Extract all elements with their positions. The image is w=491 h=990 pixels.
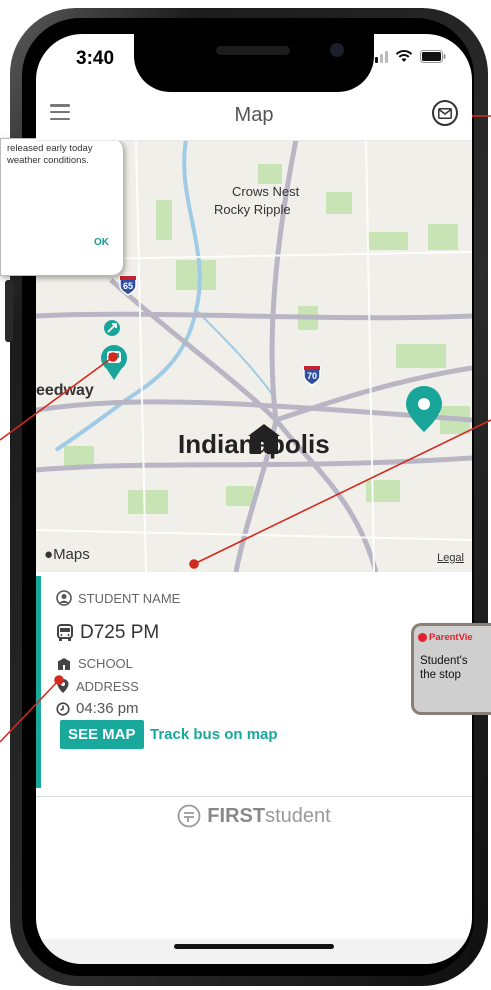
interstate-65-shield: 65 bbox=[118, 274, 138, 296]
place-crows-nest: Crows Nest bbox=[232, 184, 300, 199]
front-camera bbox=[330, 43, 344, 57]
address-label: ADDRESS bbox=[76, 678, 139, 694]
speaker-grille bbox=[216, 46, 290, 55]
interstate-70-shield: 70 bbox=[302, 364, 322, 386]
legal-link[interactable]: Legal bbox=[437, 552, 464, 564]
apple-logo-icon: ● bbox=[44, 546, 54, 563]
phone-notch bbox=[134, 34, 374, 92]
route-row: D725 PM bbox=[56, 622, 159, 644]
notification-line-2: the stop bbox=[420, 669, 461, 681]
status-time: 3:40 bbox=[76, 48, 115, 69]
notification-app-name: ParentVie bbox=[418, 632, 473, 643]
wifi-icon bbox=[395, 50, 413, 62]
address-row: ADDRESS bbox=[56, 678, 139, 694]
arrival-time: 04:36 pm bbox=[76, 700, 139, 717]
first-student-logo-icon bbox=[177, 804, 201, 828]
alert-callout: released early today weather conditions.… bbox=[0, 138, 124, 276]
interstate-70-label: 70 bbox=[306, 371, 317, 381]
school-label: SCHOOL bbox=[78, 656, 133, 671]
accent-bar bbox=[36, 576, 41, 788]
track-bus-link[interactable]: Track bus on map bbox=[150, 726, 278, 743]
bus-icon bbox=[57, 624, 73, 641]
home-indicator[interactable] bbox=[174, 944, 334, 949]
cellular-signal-icon bbox=[370, 51, 388, 63]
time-row: 04:36 pm bbox=[56, 700, 139, 717]
brand-bold: FIRST bbox=[207, 804, 266, 827]
battery-icon bbox=[420, 50, 446, 63]
see-map-button[interactable]: SEE MAP bbox=[60, 720, 144, 749]
page-title: Map bbox=[234, 104, 274, 126]
envelope-icon bbox=[438, 107, 452, 119]
brand-rest: student bbox=[265, 804, 331, 827]
alert-line-2: weather conditions. bbox=[7, 155, 89, 166]
route-name: D725 PM bbox=[80, 622, 160, 643]
place-rocky-ripple: Rocky Ripple bbox=[214, 202, 291, 217]
panel-divider bbox=[36, 796, 472, 797]
interstate-65-label: 65 bbox=[122, 281, 133, 291]
notification-callout: ParentVie Student's the stop bbox=[411, 623, 491, 715]
student-row: STUDENT NAME bbox=[56, 590, 180, 606]
alert-ok-button[interactable]: OK bbox=[94, 237, 109, 249]
brand-logo: FIRSTstudent bbox=[36, 804, 472, 828]
messages-button[interactable] bbox=[432, 100, 458, 126]
notification-line-1: Student's bbox=[420, 655, 468, 667]
phone-volume-up bbox=[5, 280, 13, 342]
school-row: SCHOOL bbox=[56, 656, 133, 671]
app-header: Map bbox=[36, 92, 472, 141]
school-icon bbox=[57, 657, 71, 670]
alert-line-1: released early today bbox=[7, 143, 93, 154]
bottom-strip bbox=[36, 939, 472, 964]
place-indianapolis: Indianapolis bbox=[178, 429, 330, 459]
clock-icon bbox=[56, 701, 70, 716]
place-speedway: eedway bbox=[36, 382, 94, 399]
user-icon bbox=[56, 590, 72, 606]
apple-maps-logo: ●Maps bbox=[44, 546, 90, 563]
status-icons bbox=[370, 50, 446, 63]
bus-info-panel: STUDENT NAME D725 PM SCHOOL ADDRESS 04:3… bbox=[36, 572, 472, 797]
student-name-label: STUDENT NAME bbox=[78, 590, 181, 606]
location-pin-icon bbox=[57, 679, 69, 693]
parentview-app-icon bbox=[418, 633, 427, 642]
